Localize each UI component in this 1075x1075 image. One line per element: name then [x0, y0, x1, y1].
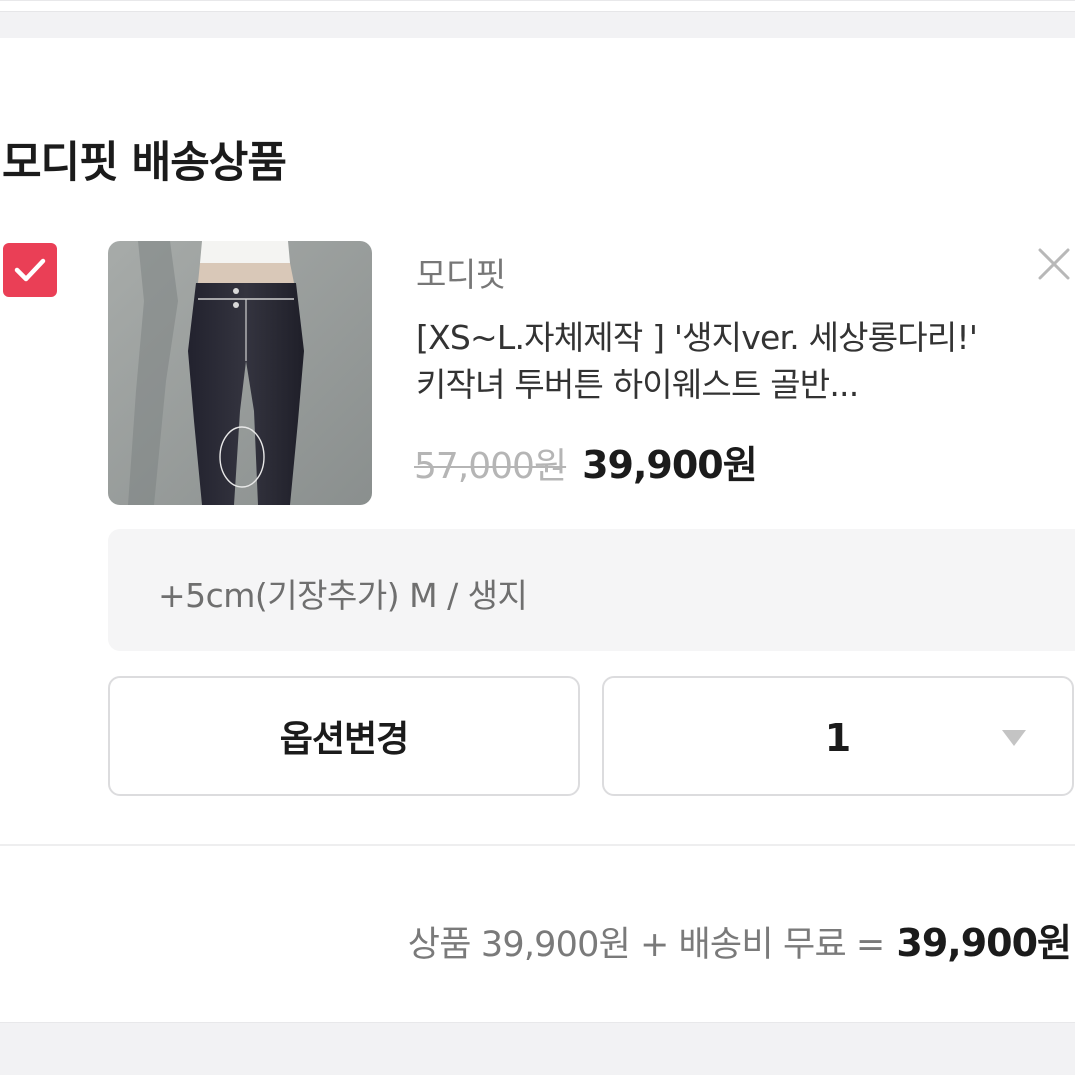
divider — [0, 844, 1075, 846]
selected-option-text: +5cm(기장추가) M / 생지 — [158, 576, 528, 615]
close-icon — [1038, 248, 1070, 280]
check-icon — [14, 258, 46, 282]
dropdown-arrow-icon — [1002, 730, 1026, 746]
bottom-separator — [0, 1022, 1075, 1075]
summary-product-price: 상품 39,900원 — [407, 925, 631, 965]
selected-option-box: +5cm(기장추가) M / 생지 — [108, 529, 1075, 651]
store-name[interactable]: 모디핏 — [416, 248, 506, 296]
quantity-select[interactable]: 1 — [602, 676, 1074, 796]
summary-equals: = — [855, 925, 885, 965]
summary-shipping: 배송비 무료 — [678, 925, 847, 965]
top-separator — [0, 0, 1075, 38]
summary-plus: + — [640, 925, 669, 965]
product-thumbnail[interactable] — [108, 241, 372, 505]
item-checkbox[interactable] — [3, 243, 57, 297]
price-row: 57,000원 39,900원 — [414, 434, 758, 489]
product-title[interactable]: [XS~L.자체제작 ] '생지ver. 세상롱다리!' 키작녀 투버튼 하이웨… — [416, 314, 1006, 408]
summary-total: 39,900원 — [896, 921, 1072, 965]
order-summary: 상품 39,900원 + 배송비 무료 = 39,900원 — [407, 912, 1072, 967]
remove-item-button[interactable] — [1034, 244, 1074, 284]
sale-price: 39,900원 — [582, 443, 758, 487]
section-title: 모디핏 배송상품 — [2, 138, 287, 188]
original-price: 57,000원 — [414, 446, 567, 487]
change-option-button[interactable]: 옵션변경 — [108, 676, 580, 796]
